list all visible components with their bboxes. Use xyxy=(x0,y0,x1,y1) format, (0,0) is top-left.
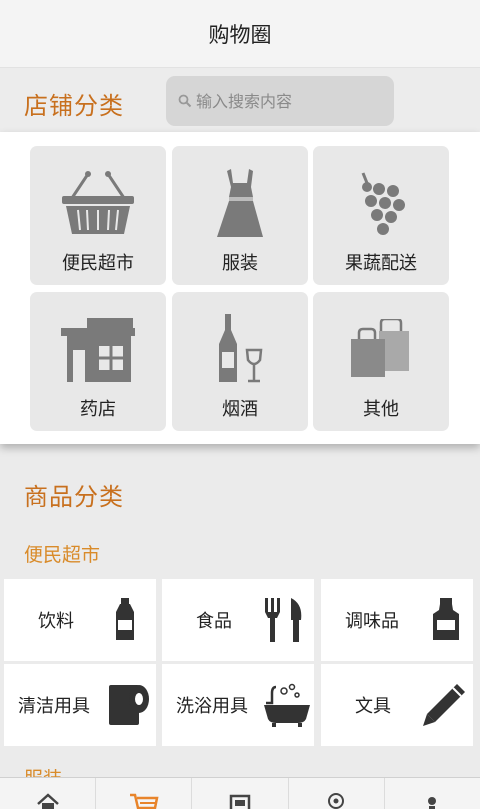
goods-item-label: 调味品 xyxy=(345,611,399,632)
goods-item-label: 饮料 xyxy=(38,611,74,632)
goods-item-label: 食品 xyxy=(196,611,232,632)
building-icon xyxy=(61,318,135,382)
store-category-other[interactable]: 其他 xyxy=(313,292,449,431)
goods-item-food[interactable]: 食品 xyxy=(162,579,314,661)
goods-item-cleaning[interactable]: 清洁用具 xyxy=(4,664,156,746)
search-input[interactable] xyxy=(196,91,376,111)
store-icon xyxy=(229,794,251,809)
store-category-panel: 便民超市 服装 果蔬配送 药店 烟酒 其他 xyxy=(0,132,480,444)
goods-item-label: 清洁用具 xyxy=(18,696,90,717)
bottle-icon xyxy=(116,598,134,640)
search-icon xyxy=(178,94,192,108)
store-category-label: 烟酒 xyxy=(222,399,258,420)
goods-item-drinks[interactable]: 饮料 xyxy=(4,579,156,661)
user-icon xyxy=(428,797,437,809)
goods-item-bath[interactable]: 洗浴用具 xyxy=(162,664,314,746)
nav-location[interactable] xyxy=(289,778,385,809)
wine-icon xyxy=(219,314,263,383)
store-category-label: 药店 xyxy=(80,399,116,420)
shopping-bags-icon xyxy=(351,319,409,377)
search-box[interactable] xyxy=(166,76,394,126)
store-category-produce-delivery[interactable]: 果蔬配送 xyxy=(313,146,449,285)
goods-item-label: 文具 xyxy=(355,696,391,717)
store-category-label: 其他 xyxy=(363,399,399,420)
goods-item-condiments[interactable]: 调味品 xyxy=(321,579,473,661)
goods-item-stationery[interactable]: 文具 xyxy=(321,664,473,746)
nav-shopping[interactable] xyxy=(96,778,193,809)
page-title: 购物圈 xyxy=(208,22,272,47)
dress-icon xyxy=(217,169,263,237)
location-icon xyxy=(328,793,345,809)
grapes-icon xyxy=(361,172,405,235)
store-category-pharmacy[interactable]: 药店 xyxy=(30,292,166,431)
cart-icon xyxy=(129,793,159,809)
store-category-tobacco-alcohol[interactable]: 烟酒 xyxy=(172,292,308,431)
pen-icon xyxy=(423,684,465,726)
goods-subcategory-title: 便民超市 xyxy=(24,544,101,566)
toilet-paper-icon xyxy=(109,685,149,725)
nav-user[interactable] xyxy=(385,778,480,809)
store-category-supermarket[interactable]: 便民超市 xyxy=(30,146,166,285)
store-category-clothing[interactable]: 服装 xyxy=(172,146,308,285)
store-category-title: 店铺分类 xyxy=(24,92,124,120)
goods-item-label: 洗浴用具 xyxy=(176,696,248,717)
bathtub-icon xyxy=(264,683,310,727)
basket-icon xyxy=(62,171,134,234)
store-category-label: 服装 xyxy=(222,253,258,274)
home-icon xyxy=(36,793,59,809)
jar-icon xyxy=(433,598,459,640)
fork-knife-icon xyxy=(265,598,302,642)
store-category-header: 店铺分类 xyxy=(0,68,480,132)
goods-category-title: 商品分类 xyxy=(24,483,124,511)
nav-home[interactable] xyxy=(0,778,97,809)
store-category-label: 便民超市 xyxy=(62,253,134,274)
store-category-label: 果蔬配送 xyxy=(345,253,417,274)
bottom-nav xyxy=(0,777,480,809)
title-bar: 购物圈 xyxy=(0,0,480,68)
nav-store[interactable] xyxy=(192,778,289,809)
